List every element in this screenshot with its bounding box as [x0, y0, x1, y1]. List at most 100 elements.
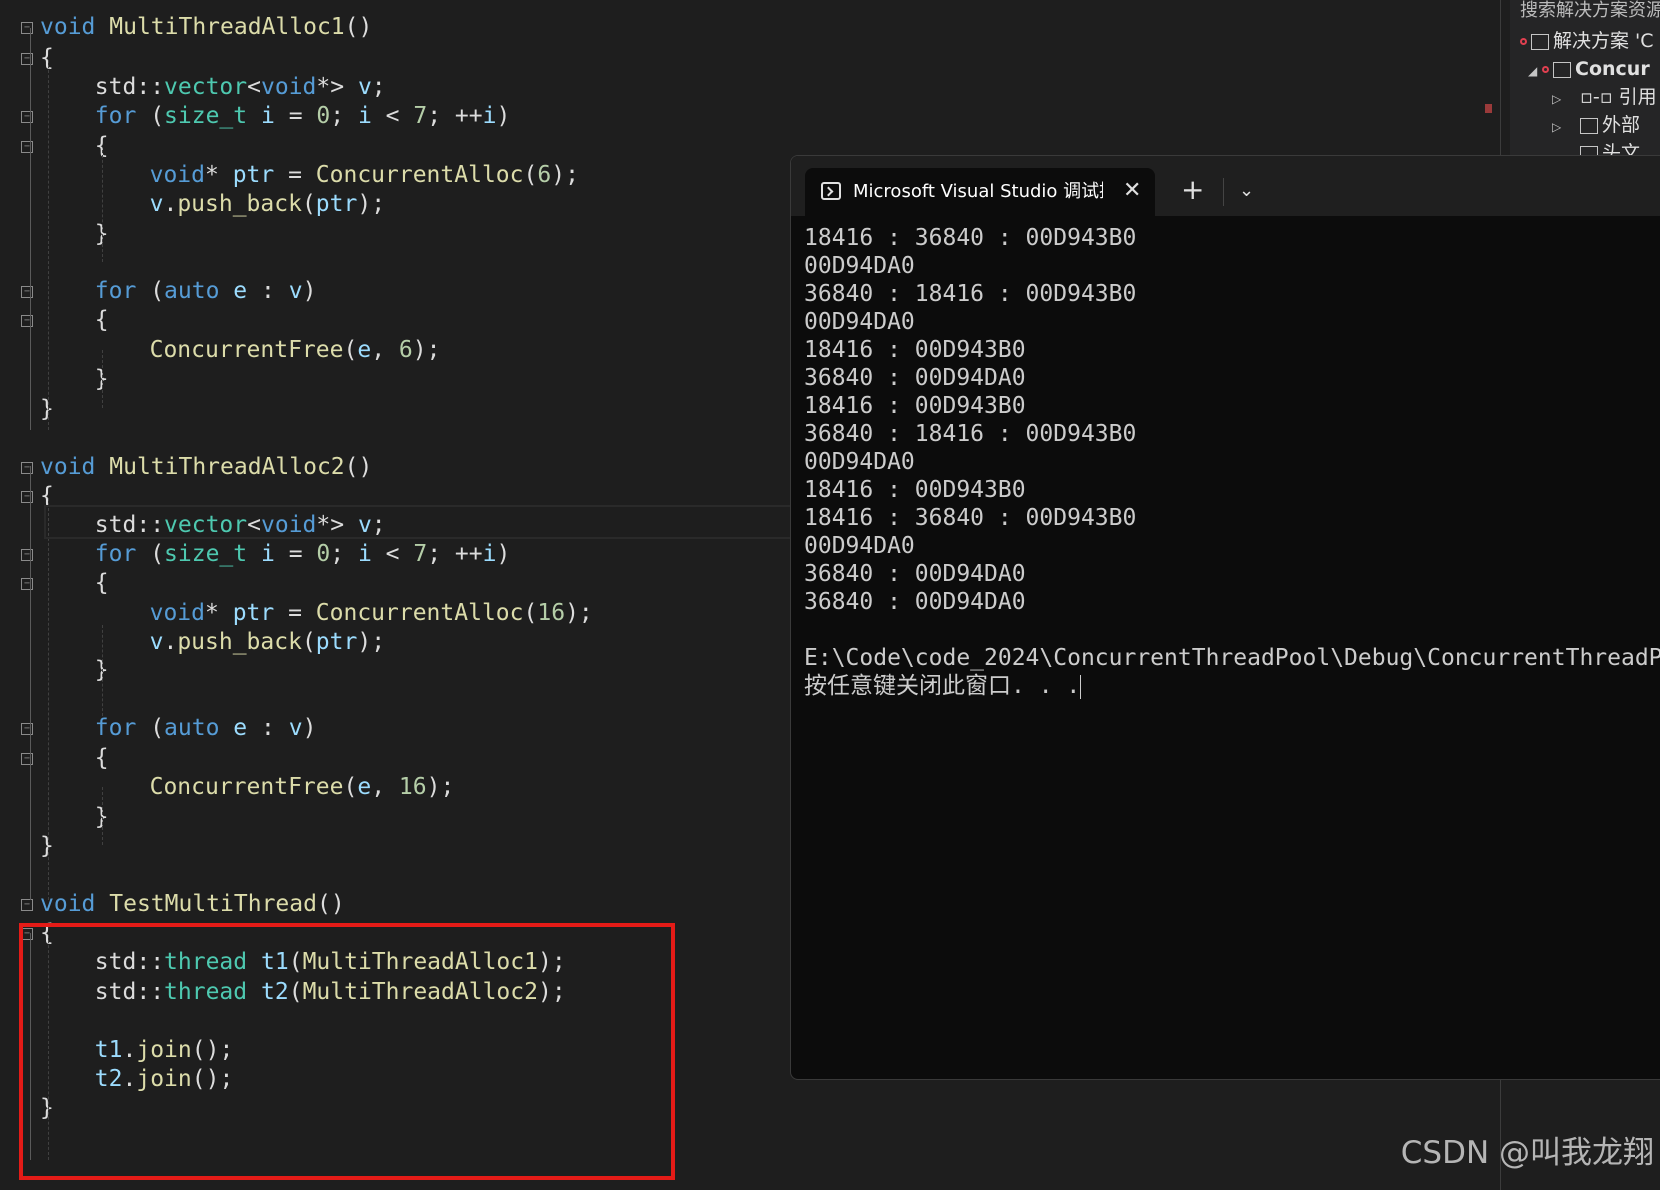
indent-guide — [102, 787, 103, 845]
code-token: ptr — [232, 600, 275, 626]
collapse-arrow-icon[interactable]: ▷ — [1552, 86, 1566, 112]
terminal-output-line: 00D94DA0 — [804, 309, 915, 335]
fold-toggle-icon[interactable]: − — [21, 549, 33, 561]
tab-dropdown-button[interactable]: ⌄ — [1239, 168, 1254, 216]
code-token: void — [261, 74, 317, 100]
code-token: . — [163, 191, 178, 217]
fold-toggle-icon[interactable]: − — [21, 899, 33, 911]
collapse-arrow-icon[interactable]: ▷ — [1552, 114, 1566, 140]
code-token: ( — [301, 191, 316, 217]
code-token: 0 — [316, 103, 331, 129]
code-token: } — [40, 833, 54, 859]
code-token: ) — [496, 541, 511, 567]
fold-toggle-icon[interactable]: − — [21, 286, 33, 298]
code-token: ); — [357, 629, 386, 655]
solution-node[interactable]: 解决方案 'C — [1520, 28, 1654, 54]
indent-guide — [102, 150, 103, 262]
code-text: } — [40, 831, 54, 862]
code-text: void MultiThreadAlloc1() — [40, 12, 372, 43]
fold-toggle-icon[interactable]: − — [21, 578, 33, 590]
code-text: for (auto e : v) — [95, 713, 317, 744]
header-files-node[interactable]: 头文 — [1580, 140, 1640, 155]
code-token: . — [163, 629, 178, 655]
highlight-annotation-box — [19, 923, 675, 1180]
fold-toggle-icon[interactable]: − — [21, 22, 33, 34]
code-token: i — [482, 541, 497, 567]
code-token: = — [274, 162, 316, 188]
code-token: :: — [136, 74, 165, 100]
solution-search-input[interactable]: 搜索解决方案资源 — [1520, 0, 1660, 22]
code-token: i — [261, 541, 275, 567]
external-deps-node[interactable]: ▷ 外部 — [1552, 112, 1640, 138]
code-token: ptr — [232, 162, 275, 188]
terminal-tab[interactable]: Microsoft Visual Studio 调试控 ✕ — [805, 168, 1155, 216]
code-token: for — [94, 715, 137, 741]
titlebar-divider — [1223, 178, 1224, 206]
code-token: void — [40, 454, 96, 480]
terminal-output-line: 18416 : 36840 : 00D943B0 — [804, 505, 1137, 531]
solution-icon — [1531, 33, 1549, 50]
code-token: for — [94, 541, 137, 567]
terminal-output[interactable]: 18416 : 36840 : 00D943B0 00D94DA0 36840 : … — [804, 224, 1660, 700]
code-text: v.push_back(ptr); — [150, 189, 385, 220]
fold-toggle-icon[interactable]: − — [21, 111, 33, 123]
code-token: v — [288, 715, 303, 741]
close-tab-icon[interactable]: ✕ — [1123, 168, 1141, 216]
code-text: { — [95, 305, 109, 336]
error-dot-icon — [1520, 38, 1527, 45]
code-token: ( — [523, 162, 538, 188]
solution-explorer: 搜索解决方案资源 解决方案 'C ◢ Concur ▷ ▫-▫ 引用 ▷ 外部 头文 — [1510, 0, 1660, 155]
fold-toggle-icon[interactable]: − — [21, 723, 33, 735]
fold-toggle-icon[interactable]: − — [21, 491, 33, 503]
debug-console-window[interactable]: Microsoft Visual Studio 调试控 ✕ + ⌄ 18416 … — [790, 155, 1660, 1080]
code-token: std — [94, 74, 137, 100]
text-cursor — [1080, 674, 1082, 699]
code-token: e — [357, 774, 372, 800]
code-token: ; ++ — [427, 103, 483, 129]
code-token: ( — [136, 541, 165, 567]
terminal-output-line: 18416 : 00D943B0 — [804, 337, 1026, 363]
cpp-project-icon — [1553, 61, 1571, 78]
code-token: () — [316, 891, 345, 917]
code-text: for (size_t i = 0; i < 7; ++i) — [95, 101, 511, 132]
project-node[interactable]: ◢ Concur — [1528, 56, 1650, 82]
code-text: void MultiThreadAlloc2() — [40, 452, 372, 483]
code-token: 16 — [537, 600, 566, 626]
terminal-output-line: 36840 : 00D94DA0 — [804, 561, 1026, 587]
terminal-output-line: 36840 : 00D94DA0 — [804, 365, 1026, 391]
code-token: i — [261, 103, 275, 129]
code-text: { — [95, 743, 109, 774]
code-token: 7 — [413, 103, 428, 129]
code-token: ConcurrentFree — [149, 774, 344, 800]
code-token: i — [357, 541, 372, 567]
code-token: < — [371, 541, 414, 567]
code-token: i — [482, 103, 497, 129]
code-token: ptr — [315, 191, 358, 217]
scrollbar-error-marker — [1485, 104, 1492, 113]
watermark: CSDN @叫我龙翔 — [1400, 1135, 1654, 1171]
code-token: = — [274, 541, 317, 567]
code-token: auto — [164, 715, 220, 741]
code-token: push_back — [177, 191, 302, 217]
references-node[interactable]: ▷ ▫-▫ 引用 — [1552, 84, 1657, 110]
code-token: void — [40, 14, 96, 40]
fold-toggle-icon[interactable]: − — [21, 315, 33, 327]
code-token: } — [40, 396, 54, 422]
code-token: void — [149, 600, 205, 626]
fold-toggle-icon[interactable]: − — [21, 53, 33, 65]
fold-toggle-icon[interactable]: − — [21, 141, 33, 153]
code-token: ( — [523, 600, 538, 626]
new-tab-button[interactable]: + — [1181, 168, 1204, 216]
code-token: < — [371, 103, 414, 129]
code-text: v.push_back(ptr); — [150, 627, 385, 658]
terminal-output-line: 36840 : 18416 : 00D943B0 — [804, 421, 1137, 447]
code-token: *> — [316, 74, 358, 100]
code-token: i — [357, 103, 372, 129]
code-token: size_t — [164, 103, 248, 129]
code-token: = — [274, 103, 317, 129]
fold-toggle-icon[interactable]: − — [21, 753, 33, 765]
expand-arrow-icon[interactable]: ◢ — [1528, 58, 1542, 84]
fold-toggle-icon[interactable]: − — [21, 462, 33, 474]
indent-guide — [48, 60, 49, 430]
